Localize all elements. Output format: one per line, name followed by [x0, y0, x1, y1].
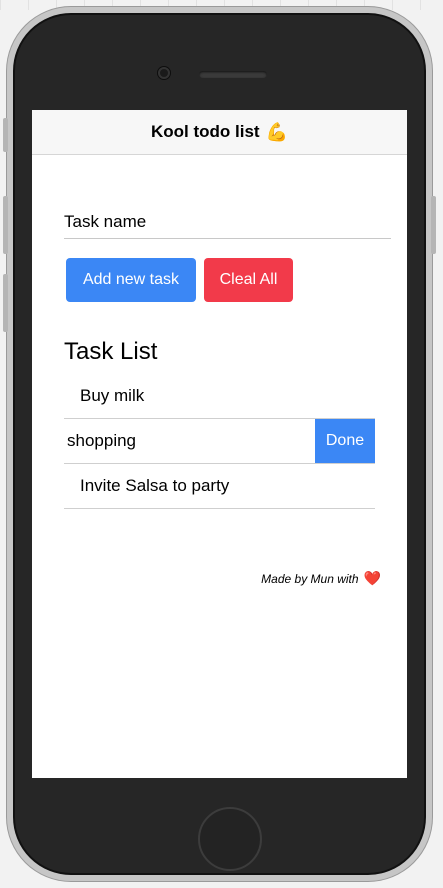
add-task-button[interactable]: Add new task	[66, 258, 196, 302]
done-button[interactable]: Done	[315, 419, 375, 463]
task-item-swiped[interactable]: shopping Done	[64, 419, 375, 464]
task-item-label: Buy milk	[80, 386, 145, 405]
task-list-heading: Task List	[64, 338, 158, 365]
home-button[interactable]	[198, 807, 262, 871]
task-item-label: shopping	[67, 431, 137, 450]
volume-up-button[interactable]	[3, 196, 8, 254]
flexed-biceps-icon: 💪	[265, 121, 288, 142]
clear-all-button[interactable]: Cleal All	[204, 258, 293, 302]
volume-down-button[interactable]	[3, 274, 8, 332]
task-item[interactable]: Buy milk	[64, 374, 375, 419]
mute-switch[interactable]	[3, 118, 8, 152]
power-button[interactable]	[431, 196, 436, 254]
task-name-input[interactable]	[64, 206, 391, 239]
camera-icon	[158, 67, 170, 79]
footer-credit: Made by Mun with ❤️	[261, 570, 381, 587]
page-title: Kool todo list	[150, 122, 260, 141]
task-list: Buy milk shopping Done Invite Salsa to p…	[64, 374, 375, 509]
footer-text: Made by Mun with	[261, 571, 359, 586]
speaker-grille	[199, 71, 267, 78]
heart-icon: ❤️	[363, 570, 381, 586]
task-item[interactable]: Invite Salsa to party	[64, 464, 375, 509]
task-item-label: Invite Salsa to party	[80, 476, 230, 495]
nav-bar: Kool todo list 💪	[32, 110, 407, 155]
app-screen: Kool todo list 💪 Add new task Cleal All …	[32, 110, 407, 778]
